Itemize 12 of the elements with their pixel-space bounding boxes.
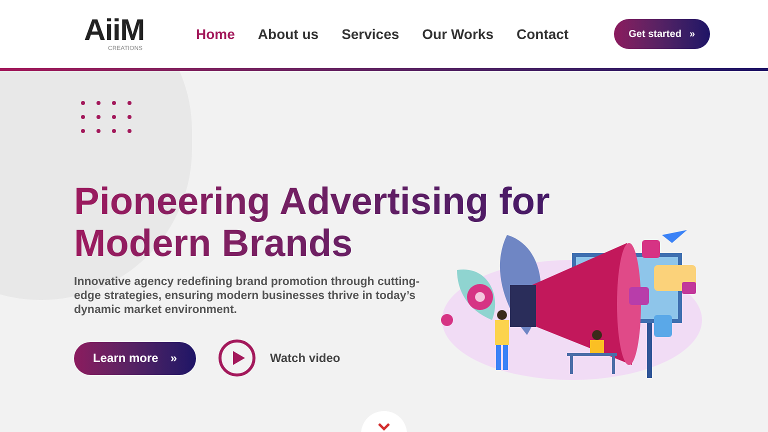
learn-more-button[interactable]: Learn more »: [74, 342, 196, 374]
hero-description: Innovative agency redefining brand promotion through cutting-edge strategies, ensuring modern businesses thrive in today’s dynamic market environment.: [74, 275, 421, 317]
chevron-down-icon: [378, 423, 390, 431]
dot-grid-icon: [81, 101, 133, 133]
nav-link[interactable]: Home: [196, 24, 235, 44]
nav-link[interactable]: Our Works: [422, 24, 494, 44]
get-started-button[interactable]: Get started »: [614, 19, 710, 49]
nav-link[interactable]: Services: [342, 24, 400, 44]
play-icon[interactable]: [218, 339, 256, 377]
nav-link[interactable]: About us: [258, 24, 319, 44]
nav-link[interactable]: Contact: [516, 24, 569, 44]
watch-video-link[interactable]: Watch video: [270, 349, 340, 367]
